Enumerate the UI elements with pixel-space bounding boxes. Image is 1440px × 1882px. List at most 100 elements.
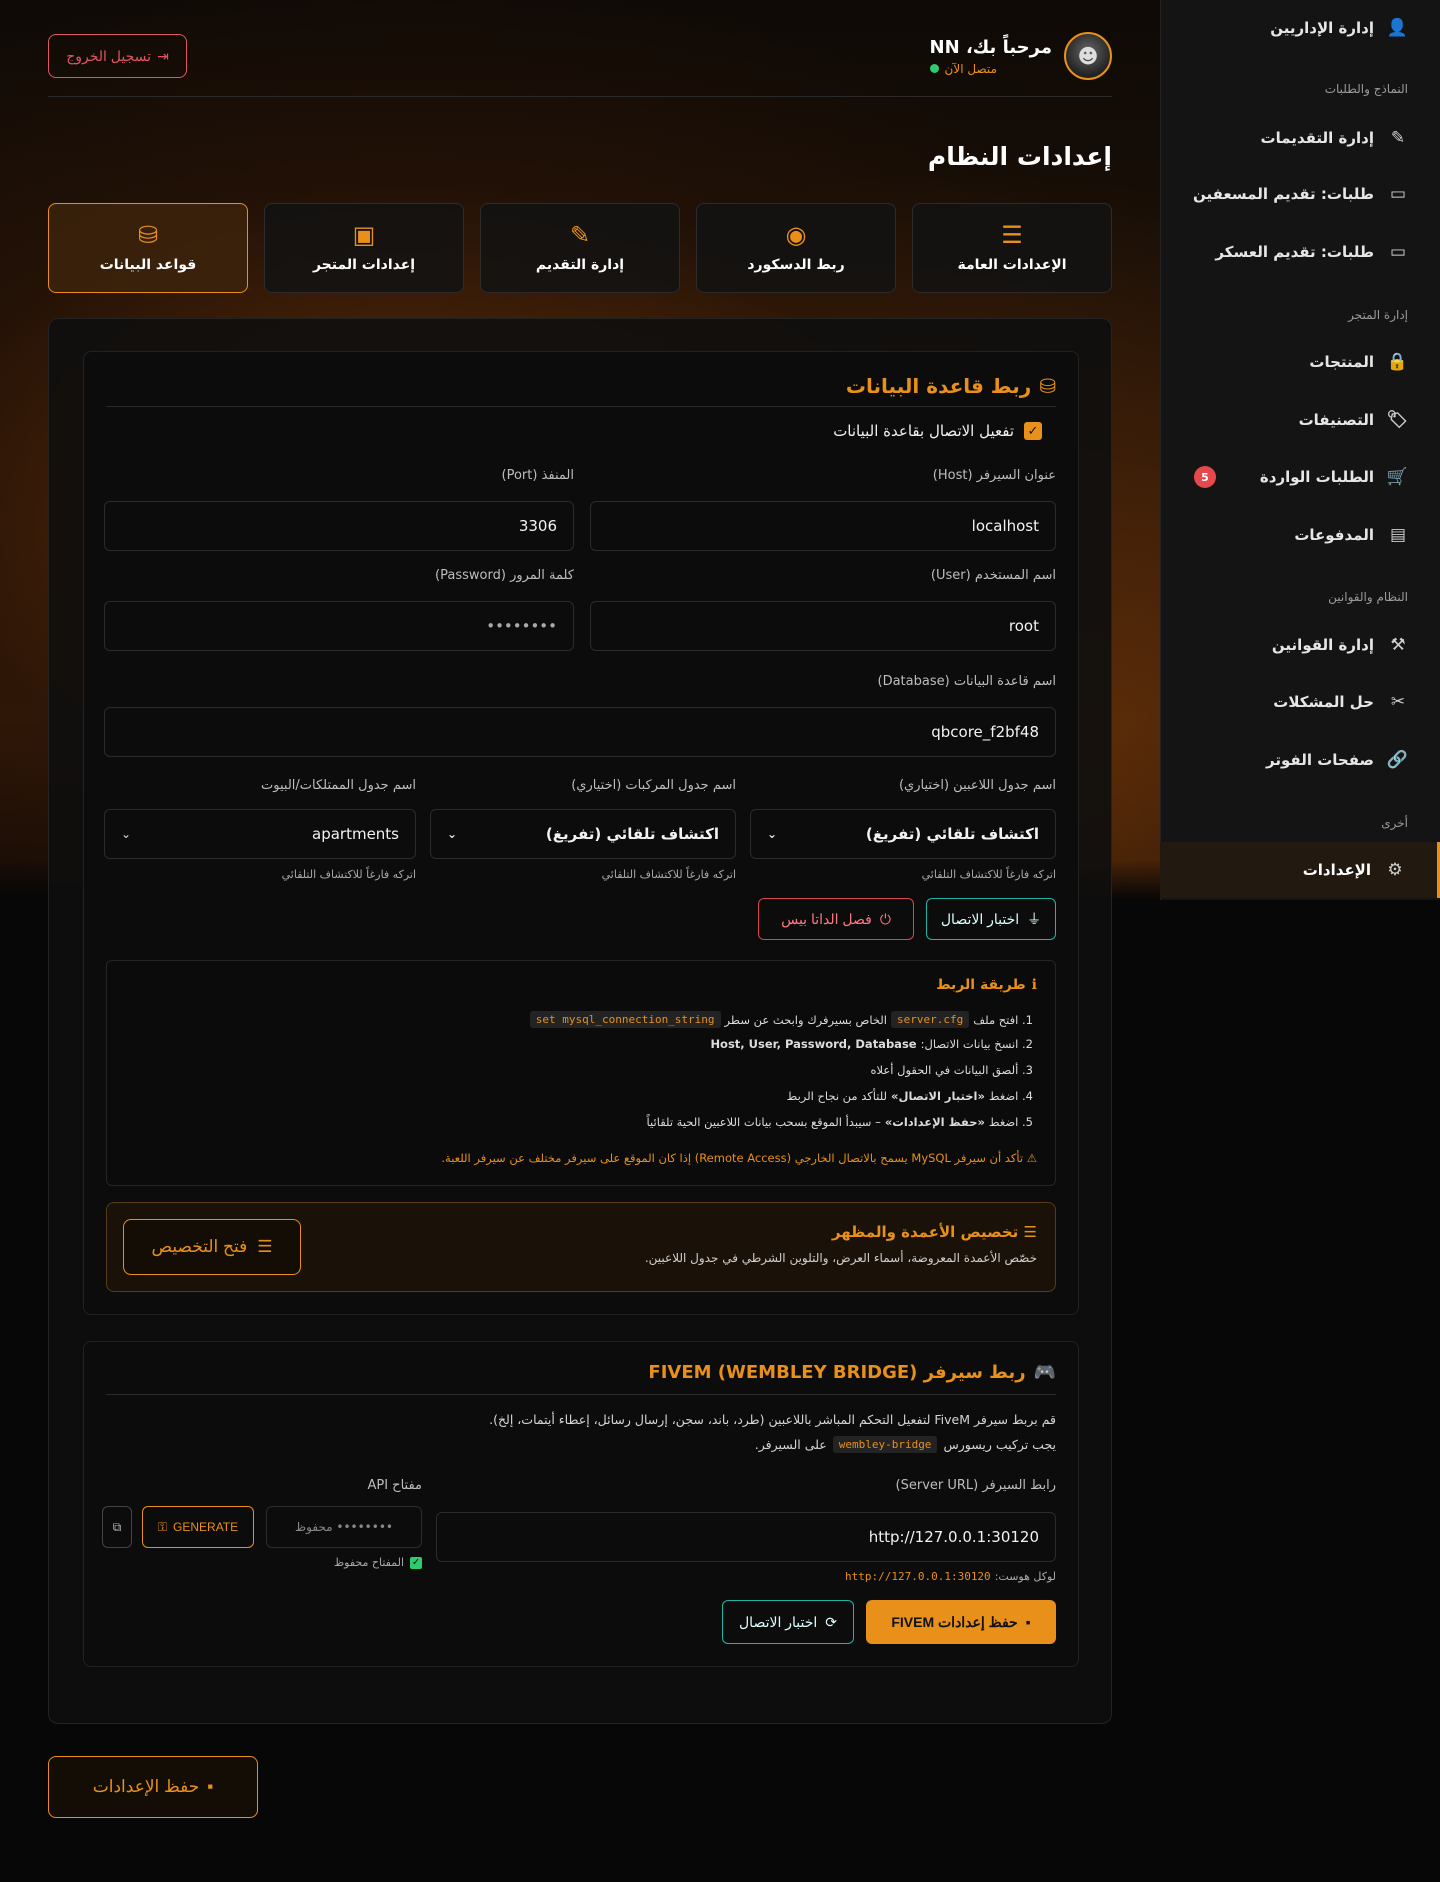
gear-icon: ⚙ — [1387, 860, 1403, 880]
copy-icon: ⧉ — [112, 1519, 122, 1534]
orders-count-badge: 5 — [1194, 466, 1216, 488]
sidebar-item-troubleshoot[interactable]: ✂ حل المشكلات — [1160, 674, 1440, 730]
inbox-icon: ▭ — [1389, 242, 1407, 262]
user-info: ☻ مرحباً بك، NN متصل الآن — [929, 32, 1112, 80]
gamepad-icon: 🎮 — [1033, 1362, 1056, 1383]
enable-db-checkbox[interactable]: ✓ تفعيل الاتصال بقاعدة البيانات — [833, 422, 1042, 440]
chevron-down-icon: ⌄ — [767, 827, 778, 841]
sidebar-item-payments[interactable]: ▤ المدفوعات — [1160, 507, 1440, 563]
online-dot-icon — [929, 64, 939, 73]
user-status: متصل الآن — [944, 61, 997, 76]
port-input[interactable]: 3306 — [104, 501, 574, 551]
test-connection-button[interactable]: ⏚ اختبار الاتصال — [926, 898, 1056, 940]
checkbox-checked-icon: ✓ — [1024, 422, 1042, 440]
server-url-input[interactable]: http://127.0.0.1:30120 — [436, 1512, 1056, 1562]
chevron-down-icon: ⌄ — [121, 827, 132, 841]
link-icon: 🔗 — [1386, 750, 1408, 770]
sidebar-item-categories[interactable]: 🏷 التصنيفات — [1160, 392, 1440, 448]
sync-icon: ⟳ — [825, 1613, 837, 1630]
fivem-resource-note: يجب تركيب ريسورس wembley-bridge على السي… — [754, 1436, 1056, 1453]
power-icon: ⏻ — [879, 910, 891, 927]
sidebar-heading-other: أخرى — [1381, 816, 1408, 830]
guide-step-3: 3. ألصق البيانات في الحقول أعلاه — [870, 1063, 1033, 1077]
logout-icon: ⇥ — [157, 47, 169, 64]
sidebar-heading-store: إدارة المتجر — [1348, 308, 1408, 322]
checkbox-checked-icon: ✓ — [410, 1556, 422, 1569]
test-fivem-connection-button[interactable]: ⟳ اختبار الاتصال — [722, 1600, 854, 1644]
user-greeting: مرحباً بك، NN — [929, 36, 1052, 58]
tag-icon: 🏷 — [1386, 410, 1408, 430]
players-table-select[interactable]: اكتشاف تلقائي (تفريغ) ⌄ — [750, 809, 1056, 859]
avatar[interactable]: ☻ — [1064, 32, 1112, 80]
players-table-hint: اتركه فارغاً للاكتشاف التلقائي — [921, 868, 1056, 881]
discord-icon: ◉ — [785, 221, 807, 249]
card-divider — [106, 1394, 1056, 1395]
remote-access-warning: ⚠ تأكد أن سيرفر MySQL يسمح بالاتصال الخا… — [441, 1151, 1037, 1165]
card-divider — [106, 406, 1056, 407]
api-key-label: مفتاح API — [367, 1478, 422, 1493]
vehicles-table-hint: اتركه فارغاً للاكتشاف التلقائي — [601, 868, 736, 881]
server-url-label: رابط السيرفر (Server URL) — [895, 1478, 1056, 1493]
open-customize-button[interactable]: ☰ فتح التخصيص — [123, 1219, 301, 1275]
key-icon: ⚿ — [157, 1519, 168, 1534]
sidebar: 👤 إدارة الإداريين النماذج والطلبات ✎ إدا… — [1160, 0, 1440, 900]
sidebar-item-military-requests[interactable]: ▭ طلبات: تقديم العسكر — [1160, 224, 1440, 280]
guide-step-4: 4. اضغط «اختبار الاتصال» للتأكد من نجاح … — [786, 1089, 1033, 1103]
save-icon: ▪ — [207, 1777, 214, 1796]
properties-table-label: اسم جدول الممتلكات/البيوت — [261, 778, 416, 793]
header-divider — [48, 96, 1112, 97]
cart-icon: 🛒 — [1386, 467, 1408, 487]
generate-key-button[interactable]: GENERATE ⚿ — [142, 1506, 254, 1548]
tab-applications[interactable]: ✎ إدارة التقديم — [480, 203, 680, 293]
password-input[interactable]: •••••••• — [104, 601, 574, 651]
port-label: المنفذ (Port) — [501, 468, 574, 483]
tab-discord[interactable]: ◉ ربط الدسكورد — [696, 203, 896, 293]
database-icon: ⛁ — [1039, 374, 1056, 398]
fivem-description: قم بربط سيرفر FiveM لتفعيل التحكم المباش… — [489, 1412, 1056, 1427]
vehicles-table-select[interactable]: اكتشاف تلقائي (تفريغ) ⌄ — [430, 809, 736, 859]
settings-panel: ⛁ ربط قاعدة البيانات ✓ تفعيل الاتصال بقا… — [48, 318, 1112, 1724]
gavel-icon: ⚒ — [1390, 635, 1406, 655]
guide-step-2: 2. انسخ بيانات الاتصال: Host, User, Pass… — [710, 1037, 1033, 1051]
logout-button[interactable]: ⇥ تسجيل الخروج — [48, 34, 187, 78]
api-key-input[interactable]: •••••••• محفوظ — [266, 1506, 422, 1548]
sidebar-item-settings[interactable]: ⚙ الإعدادات — [1160, 842, 1440, 898]
disconnect-db-button[interactable]: ⏻ فصل الداتا بيس — [758, 898, 914, 940]
tab-general[interactable]: ☰ الإعدادات العامة — [912, 203, 1112, 293]
customize-description: خصّص الأعمدة المعروضة، أسماء العرض، والت… — [644, 1251, 1037, 1265]
sidebar-item-admins[interactable]: 👤 إدارة الإداريين — [1160, 0, 1440, 56]
localhost-hint: لوكل هوست: http://127.0.0.1:30120 — [844, 1570, 1056, 1583]
plug-icon: ⏚ — [1027, 911, 1042, 927]
database-input[interactable]: qbcore_f2bf48 — [104, 707, 1056, 757]
properties-table-select[interactable]: apartments ⌄ — [104, 809, 416, 859]
page-title: إعدادات النظام — [927, 142, 1112, 171]
sidebar-heading-forms: النماذج والطلبات — [1324, 82, 1408, 96]
tab-database[interactable]: ⛁ قواعد البيانات — [48, 203, 248, 293]
user-input[interactable]: root — [590, 601, 1056, 651]
edit-document-icon: ✎ — [569, 221, 591, 249]
settings-tabs: ☰ الإعدادات العامة ◉ ربط الدسكورد ✎ إدار… — [48, 203, 1112, 293]
save-settings-button[interactable]: ▪ حفظ الإعدادات — [48, 1756, 258, 1818]
fivem-card-title: 🎮 ربط سيرفر FIVEM (WEMBLEY BRIDGE) — [648, 1362, 1056, 1383]
connection-guide: ℹ طريقة الربط 1. افتح ملف server.cfg الخا… — [106, 960, 1056, 1186]
sidebar-item-footer-pages[interactable]: 🔗 صفحات الفوتر — [1160, 732, 1440, 788]
key-saved-status: ✓ المفتاح محفوظ — [333, 1556, 422, 1569]
save-icon: ▪ — [1025, 1614, 1031, 1630]
sidebar-item-products[interactable]: 🔒 المنتجات — [1160, 334, 1440, 390]
sliders-icon: ☰ — [1023, 1223, 1037, 1241]
host-label: عنوان السيرفر (Host) — [932, 468, 1056, 483]
copy-key-button[interactable]: ⧉ — [102, 1506, 132, 1548]
bag-icon: 🔒 — [1386, 352, 1408, 372]
money-icon: ▤ — [1389, 525, 1407, 545]
tab-store[interactable]: ▣ إعدادات المتجر — [264, 203, 464, 293]
host-input[interactable]: localhost — [590, 501, 1056, 551]
sidebar-item-medic-requests[interactable]: ▭ طلبات: تقديم المسعفين — [1160, 166, 1440, 222]
database-card-title: ⛁ ربط قاعدة البيانات — [845, 374, 1056, 398]
password-label: كلمة المرور (Password) — [435, 568, 574, 583]
save-fivem-button[interactable]: ▪ حفظ إعدادات FIVEM — [866, 1600, 1056, 1644]
database-label: اسم قاعدة البيانات (Database) — [877, 674, 1057, 689]
sidebar-item-applications[interactable]: ✎ إدارة التقديمات — [1160, 110, 1440, 166]
user-icon: 👤 — [1386, 18, 1408, 38]
sidebar-item-incoming-orders[interactable]: 🛒 الطلبات الواردة 5 — [1160, 449, 1440, 505]
sidebar-item-rules[interactable]: ⚒ إدارة القوانين — [1160, 617, 1440, 673]
